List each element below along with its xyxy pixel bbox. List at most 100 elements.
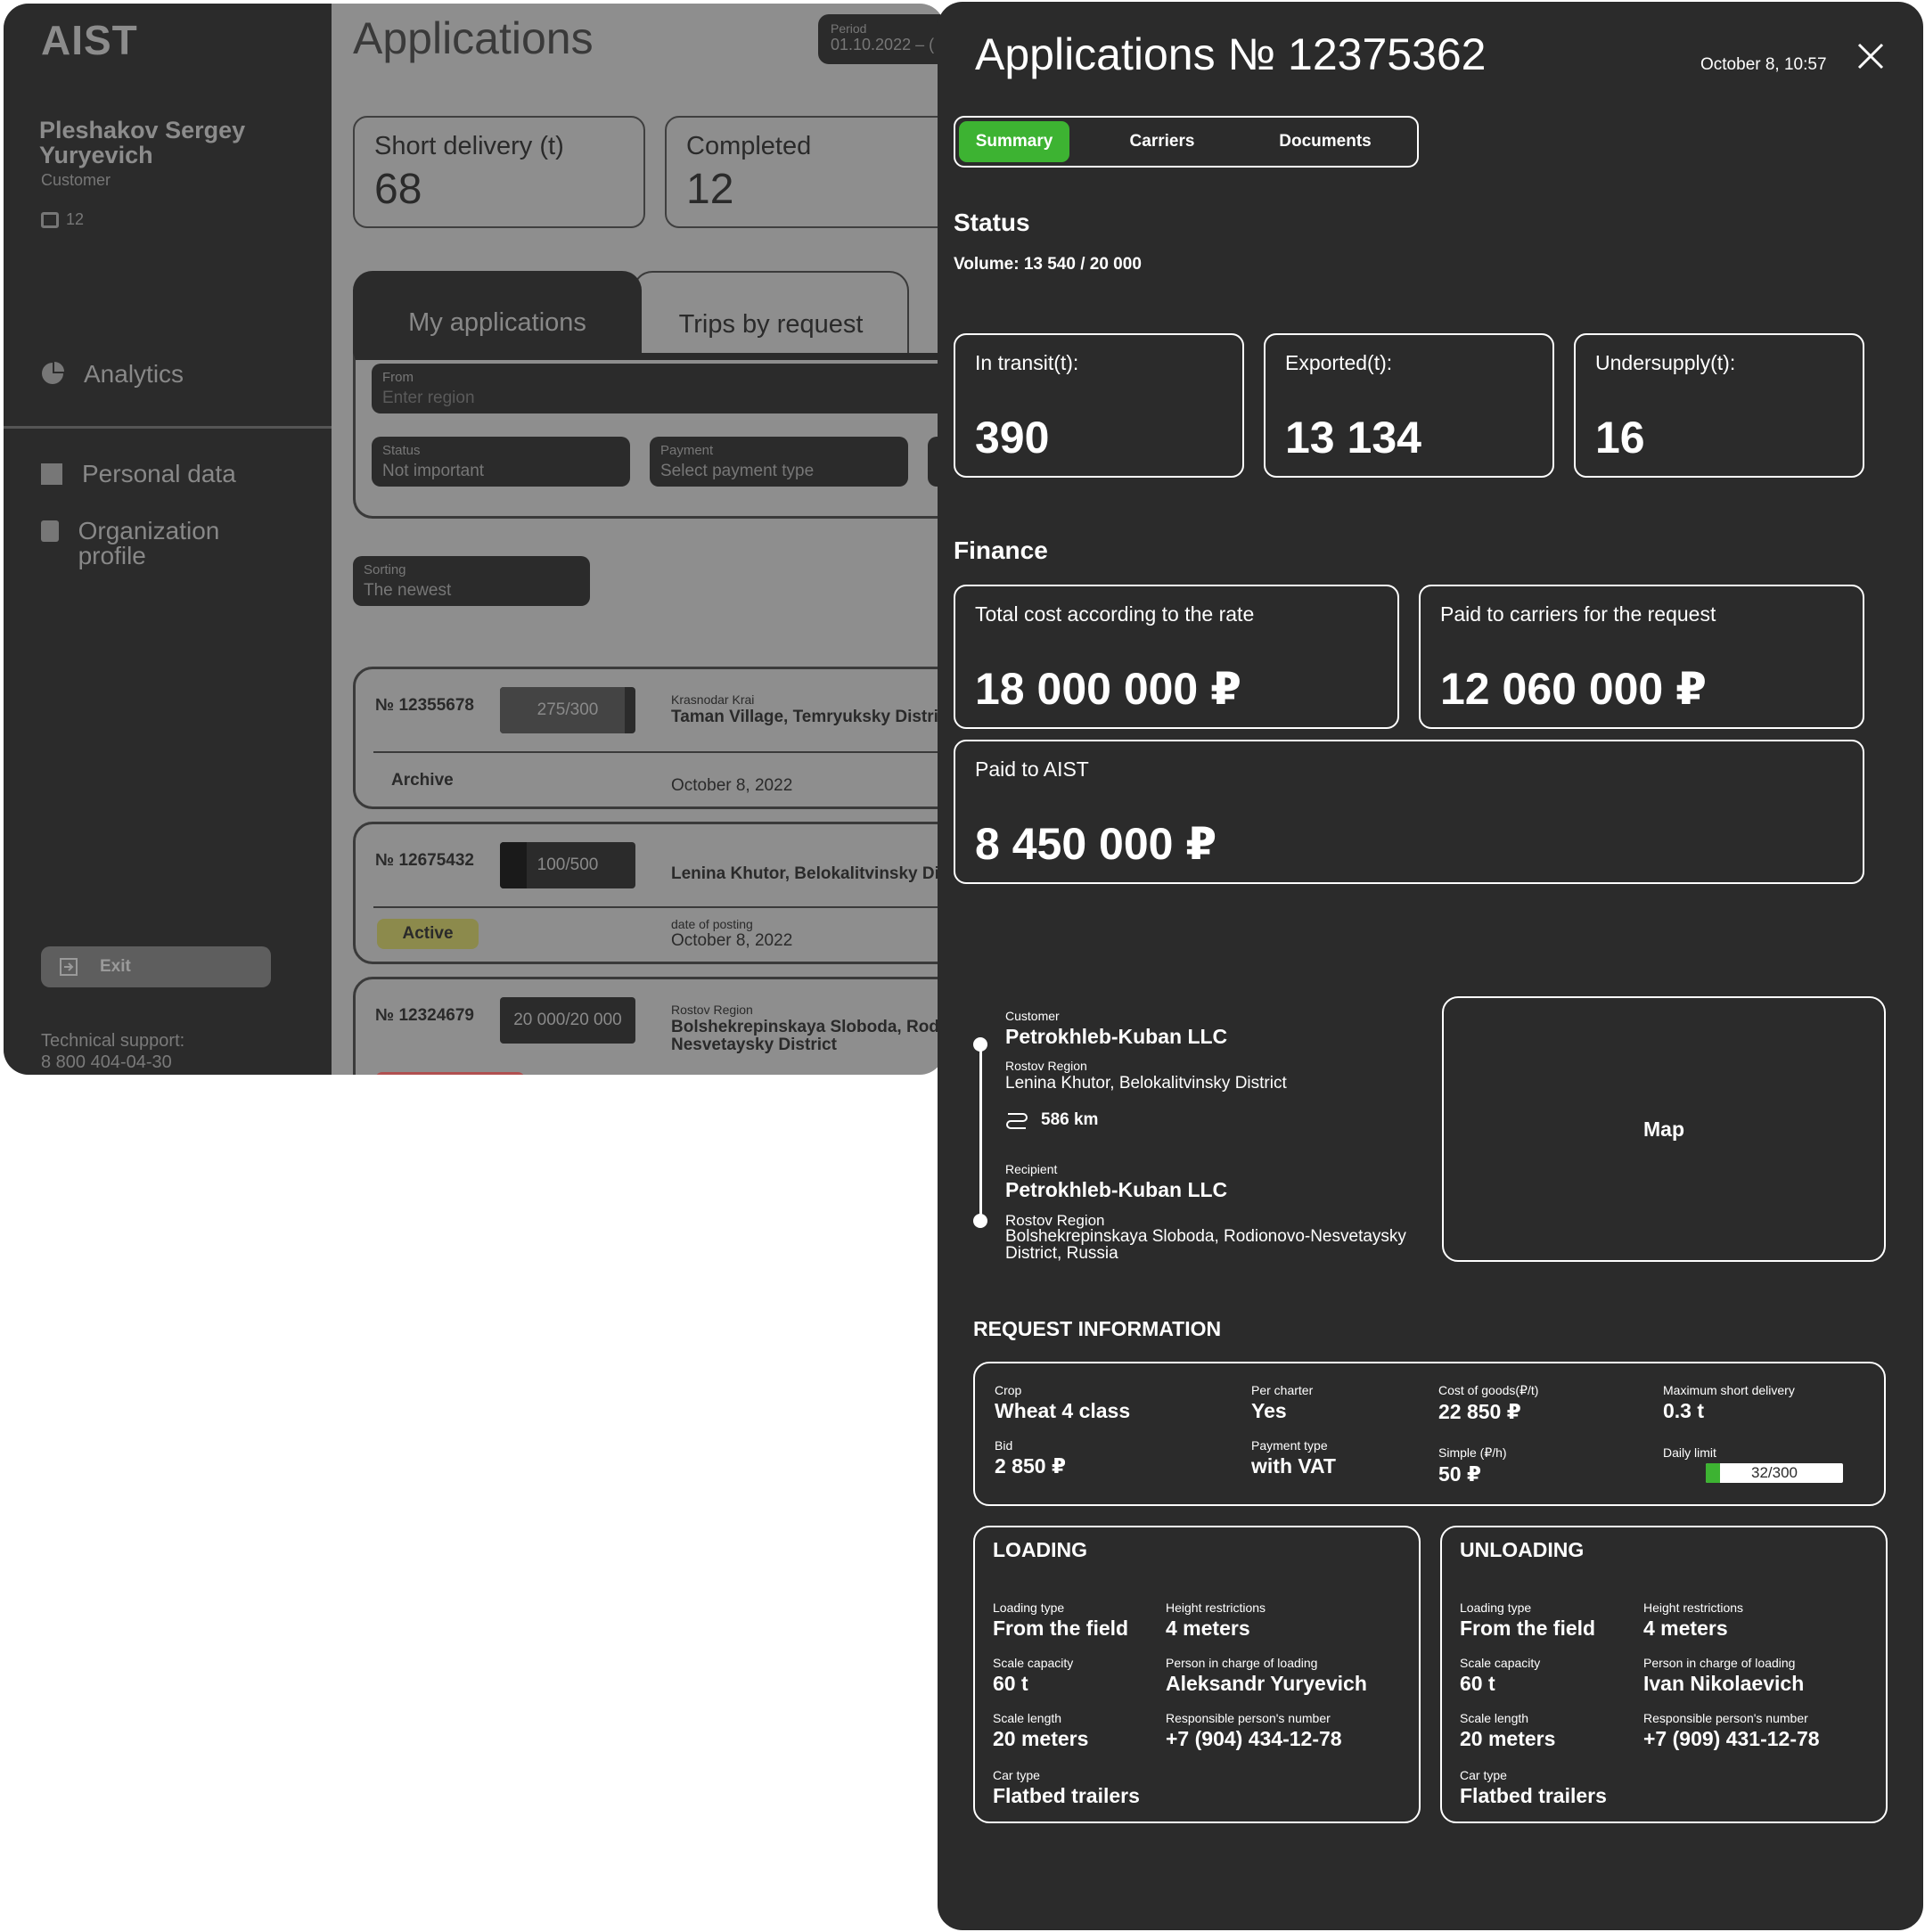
- address: Lenina Khutor, Belokalitvinsky District: [671, 864, 945, 883]
- crop-item: Crop Wheat 4 class: [995, 1383, 1130, 1423]
- payment-type-item: Payment type with VAT: [1251, 1438, 1336, 1478]
- in-transit-card: In transit(t): 390: [954, 333, 1244, 478]
- scale-length: Scale length 20 meters: [993, 1711, 1088, 1751]
- tab-summary[interactable]: Summary: [959, 121, 1069, 162]
- item-value: From the field: [993, 1617, 1129, 1640]
- loading-heading: LOADING: [993, 1538, 1088, 1561]
- item-value: 0.3 t: [1663, 1399, 1705, 1422]
- tab-documents[interactable]: Documents: [1249, 121, 1401, 162]
- user-role: Customer: [41, 171, 111, 189]
- sidebar-item-personal-data[interactable]: Personal data: [41, 462, 236, 487]
- list-item[interactable]: № 12324679 20 000/20 000 Rostov Region B…: [353, 977, 945, 1075]
- customer-label: Customer: [1005, 1009, 1060, 1023]
- payment-value: Select payment type: [660, 462, 815, 480]
- address-line-2: Nesvetaysky District: [671, 1036, 837, 1054]
- period-field[interactable]: Period 01.10.2022 – (: [818, 14, 945, 64]
- card-value: 16: [1595, 413, 1645, 463]
- item-value: Flatbed trailers: [1460, 1784, 1607, 1807]
- list-item[interactable]: № 12355678 275/300 Krasnodar Krai Taman …: [353, 667, 945, 809]
- support-label: Technical support:: [41, 1031, 185, 1051]
- from-field[interactable]: From Enter region: [372, 364, 945, 413]
- person-in-charge: Person in charge of loading Ivan Nikolaev…: [1643, 1656, 1804, 1696]
- item-label: Bid: [995, 1438, 1013, 1453]
- scale-length: Scale length 20 meters: [1460, 1711, 1555, 1751]
- distance-value: 586 km: [1041, 1110, 1099, 1129]
- customer-name: Petrokhleb-Kuban LLC: [1005, 1025, 1228, 1048]
- route-start-dot: [973, 1037, 987, 1052]
- region: Rostov Region: [671, 1003, 753, 1017]
- route-end-dot: [973, 1214, 987, 1228]
- item-value: with VAT: [1251, 1454, 1336, 1478]
- item-label: Scale capacity: [1460, 1656, 1541, 1670]
- sidebar-item-analytics[interactable]: Analytics: [41, 362, 184, 387]
- card-value: 18 000 000 ₽: [975, 664, 1241, 714]
- item-value: 20 meters: [993, 1727, 1089, 1750]
- region: Krasnodar Krai: [671, 692, 755, 707]
- undersupply-card: Undersupply(t): 16: [1574, 333, 1864, 478]
- card-label: Total cost according to the rate: [975, 602, 1255, 626]
- loading-type: Loading type From the field: [993, 1600, 1128, 1641]
- distance: 586 km: [1005, 1110, 1098, 1130]
- background-app: AIST Pleshakov Sergey Yuryevich Customer…: [4, 4, 945, 1075]
- application-number: № 12675432: [375, 851, 474, 870]
- car-type: Car type Flatbed trailers: [1460, 1768, 1607, 1808]
- sidebar-item-label: Personal data: [82, 460, 236, 487]
- car-type: Car type Flatbed trailers: [993, 1768, 1140, 1808]
- panel-tabs: Summary Carriers Documents: [954, 116, 1419, 168]
- daily-limit-label-wrap: Daily limit: [1663, 1445, 1716, 1460]
- recipient-name: Petrokhleb-Kuban LLC: [1005, 1178, 1228, 1201]
- card-label: Paid to AIST: [975, 757, 1089, 781]
- responsible-number: Responsible person's number +7 (909) 431-…: [1643, 1711, 1820, 1751]
- stat-short-delivery: Short delivery (t) 68: [353, 116, 645, 228]
- item-label: Scale capacity: [993, 1656, 1074, 1670]
- map[interactable]: Map: [1442, 996, 1886, 1262]
- item-label: Cost of goods(₽/t): [1438, 1383, 1539, 1397]
- scale-capacity: Scale capacity 60 t: [1460, 1656, 1540, 1696]
- stat-label: Short delivery (t): [374, 132, 564, 160]
- exit-button[interactable]: Exit: [41, 946, 271, 987]
- divider: [4, 426, 332, 429]
- item-value: 22 850 ₽: [1438, 1400, 1521, 1423]
- progress-text: 275/300: [537, 700, 599, 719]
- from-placeholder: Enter region: [382, 389, 475, 407]
- to-address-line-2: District, Russia: [1005, 1244, 1118, 1263]
- application-number: № 12355678: [375, 696, 474, 715]
- item-label: Per charter: [1251, 1383, 1314, 1397]
- item-value: 4 meters: [1643, 1617, 1728, 1640]
- progress-text: 100/500: [537, 855, 599, 874]
- loading-type: Loading type From the field: [1460, 1600, 1595, 1641]
- recipient-label: Recipient: [1005, 1162, 1058, 1176]
- divider: [373, 751, 945, 753]
- status-select[interactable]: Status Not important: [372, 437, 630, 487]
- daily-limit-bar: 32/300: [1706, 1463, 1843, 1483]
- tab-my-applications[interactable]: My applications: [353, 271, 642, 356]
- sidebar-item-organization-profile[interactable]: Organization profile: [41, 519, 255, 569]
- payment-select[interactable]: Payment Select payment type: [650, 437, 908, 487]
- simple-item: Simple (₽/h) 50 ₽: [1438, 1445, 1507, 1486]
- panel-datetime: October 8, 10:57: [1700, 55, 1827, 74]
- list-item[interactable]: № 12675432 100/500 Lenina Khutor, Beloka…: [353, 822, 945, 964]
- item-value: +7 (909) 431-12-78: [1643, 1727, 1820, 1750]
- card-label: Paid to carriers for the request: [1440, 602, 1716, 626]
- charter-item: Per charter Yes: [1251, 1383, 1313, 1423]
- tab-trips-by-request[interactable]: Trips by request: [633, 271, 909, 356]
- item-value: Ivan Nikolaevich: [1643, 1672, 1805, 1695]
- item-value: 50 ₽: [1438, 1462, 1481, 1486]
- item-label: Crop: [995, 1383, 1022, 1397]
- unloading-card: UNLOADING Loading type From the field Hei…: [1440, 1526, 1888, 1823]
- tab-carriers[interactable]: Carriers: [1107, 121, 1217, 162]
- finance-heading: Finance: [954, 536, 1048, 564]
- user-count-value: 12: [66, 210, 85, 228]
- item-label: Responsible person's number: [1643, 1711, 1808, 1725]
- card-label: Undersupply(t):: [1595, 351, 1736, 374]
- progress-fill: [1706, 1463, 1721, 1483]
- close-icon[interactable]: [1854, 39, 1888, 73]
- route-line: [979, 1043, 982, 1221]
- stat-label: Completed: [686, 132, 812, 160]
- sidebar: AIST Pleshakov Sergey Yuryevich Customer…: [4, 4, 332, 1075]
- height-restrictions: Height restrictions 4 meters: [1166, 1600, 1266, 1641]
- sorting-select[interactable]: Sorting The newest: [353, 556, 590, 606]
- status-label: Status: [382, 443, 421, 458]
- card-value: 390: [975, 413, 1050, 463]
- unloading-heading: UNLOADING: [1460, 1538, 1585, 1561]
